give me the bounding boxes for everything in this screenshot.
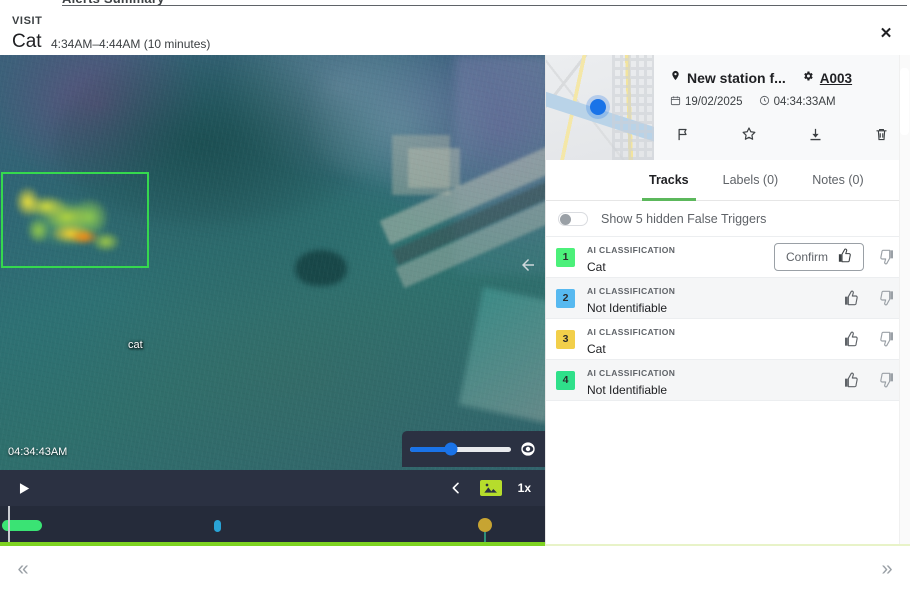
timeline-marker-blue[interactable]	[214, 520, 221, 532]
confirm-button[interactable]: Confirm	[773, 243, 864, 271]
clock-icon	[759, 95, 770, 109]
track-classification: Cat	[587, 342, 606, 356]
thumbs-up-icon[interactable]	[838, 285, 864, 311]
timeline-playhead[interactable]	[8, 506, 10, 544]
thumbs-down-icon[interactable]	[874, 367, 900, 393]
thumbs-up-icon[interactable]	[838, 367, 864, 393]
heading-divider	[62, 5, 907, 6]
track-number-badge: 2	[556, 288, 575, 308]
visit-detail-screen: Alerts Summary VISIT Cat 4:34AM–4:44AM (…	[0, 0, 910, 592]
false-triggers-toggle[interactable]	[558, 211, 588, 226]
gear-icon	[802, 69, 814, 87]
track-number-badge: 4	[556, 370, 575, 390]
detection-bounding-box	[1, 172, 149, 268]
event-timeline[interactable]	[0, 506, 545, 544]
page-title: Cat	[12, 31, 42, 52]
location-pin-icon	[670, 69, 681, 87]
video-player-controls: 1x	[0, 470, 545, 506]
panel-scrollbar[interactable]	[899, 55, 910, 545]
brightness-slider-popup	[402, 431, 545, 467]
panel-tabs: Tracks Labels (0) Notes (0)	[546, 160, 910, 201]
thumbs-up-icon[interactable]	[838, 326, 864, 352]
calendar-icon	[670, 95, 681, 109]
collapse-panel-arrow-icon[interactable]	[516, 253, 540, 277]
track-number-badge: 1	[556, 247, 575, 267]
thermal-video-viewer[interactable]: cat 04:34:43AM	[0, 55, 545, 470]
station-time: 04:34:33AM	[773, 96, 836, 108]
previous-visit-button[interactable]: «	[8, 554, 38, 584]
thumbs-down-icon[interactable]	[874, 326, 900, 352]
next-visit-button[interactable]: »	[872, 554, 902, 584]
image-icon	[479, 480, 502, 496]
station-datetime-row: 19/02/2025 04:34:33AM	[670, 95, 896, 109]
timeline-marker-gold-stem	[484, 532, 486, 542]
station-action-bar	[670, 122, 896, 146]
flag-icon[interactable]	[670, 122, 696, 146]
thumbs-down-icon[interactable]	[874, 285, 900, 311]
station-date: 19/02/2025	[685, 96, 743, 108]
cut-off-page-heading: Alerts Summary	[0, 0, 910, 7]
panel-scrollbar-thumb[interactable]	[900, 68, 909, 135]
tab-tracks[interactable]: Tracks	[632, 160, 706, 201]
eye-icon[interactable]	[519, 440, 537, 458]
brightness-slider[interactable]	[410, 442, 511, 456]
show-hidden-false-triggers-row[interactable]: Show 5 hidden False Triggers	[546, 201, 910, 237]
detail-side-panel: New station f... A003 19/02/2025 04:34:3…	[545, 55, 910, 545]
bottom-navigation-bar: « »	[0, 546, 910, 592]
visit-time-range: 4:34AM–4:44AM (10 minutes)	[51, 37, 211, 51]
visit-kicker: VISIT	[12, 15, 43, 27]
brightness-slider-knob[interactable]	[444, 442, 458, 456]
thumbnail-view-button[interactable]	[479, 480, 502, 496]
track-info: AI CLASSIFICATION Cat	[587, 322, 838, 356]
station-code-link[interactable]: A003	[820, 71, 852, 86]
table-row[interactable]: 3 AI CLASSIFICATION Cat	[546, 319, 910, 360]
track-kicker: AI CLASSIFICATION	[587, 368, 676, 378]
tab-labels[interactable]: Labels (0)	[706, 160, 796, 200]
playback-speed-button[interactable]: 1x	[518, 481, 531, 495]
track-list: 1 AI CLASSIFICATION Cat Confirm 2 AI CLA…	[546, 237, 910, 401]
table-row[interactable]: 4 AI CLASSIFICATION Not Identifiable	[546, 360, 910, 401]
confirm-label: Confirm	[785, 250, 828, 264]
station-meta-row: New station f... A003 19/02/2025 04:34:3…	[546, 55, 910, 160]
video-timestamp: 04:34:43AM	[8, 446, 68, 458]
detection-label: cat	[128, 339, 143, 351]
station-name: New station f...	[687, 70, 786, 86]
player-right-controls: 1x	[448, 480, 545, 496]
track-kicker: AI CLASSIFICATION	[587, 286, 676, 296]
star-icon[interactable]	[736, 122, 762, 146]
track-info: AI CLASSIFICATION Not Identifiable	[587, 363, 838, 397]
trash-icon[interactable]	[868, 122, 894, 146]
toggle-knob	[560, 213, 571, 225]
map-thumbnail[interactable]	[546, 55, 654, 160]
thumbs-down-icon[interactable]	[874, 244, 900, 270]
map-location-pin	[590, 99, 606, 115]
play-button[interactable]	[10, 475, 36, 501]
visit-header: VISIT Cat 4:34AM–4:44AM (10 minutes) ✕	[0, 7, 910, 55]
track-info: AI CLASSIFICATION Not Identifiable	[587, 281, 838, 315]
false-triggers-label: Show 5 hidden False Triggers	[601, 211, 767, 226]
timeline-marker-gold[interactable]	[478, 518, 492, 532]
thumbs-up-icon	[837, 248, 852, 266]
station-title-row: New station f... A003	[670, 69, 896, 87]
close-button[interactable]: ✕	[870, 17, 902, 49]
station-info: New station f... A003 19/02/2025 04:34:3…	[654, 55, 910, 160]
table-row[interactable]: 2 AI CLASSIFICATION Not Identifiable	[546, 278, 910, 319]
map-building-blocks	[612, 55, 654, 160]
tab-notes[interactable]: Notes (0)	[795, 160, 880, 200]
track-number-badge: 3	[556, 329, 575, 349]
track-classification: Not Identifiable	[587, 383, 668, 397]
date-chip: 19/02/2025	[670, 95, 743, 109]
previous-clip-button[interactable]	[448, 480, 464, 496]
track-info: AI CLASSIFICATION Cat	[587, 240, 774, 274]
table-row[interactable]: 1 AI CLASSIFICATION Cat Confirm	[546, 237, 910, 278]
track-kicker: AI CLASSIFICATION	[587, 327, 676, 337]
download-icon[interactable]	[802, 122, 828, 146]
track-classification: Cat	[587, 260, 606, 274]
track-kicker: AI CLASSIFICATION	[587, 245, 676, 255]
time-chip: 04:34:33AM	[759, 95, 836, 109]
track-classification: Not Identifiable	[587, 301, 668, 315]
